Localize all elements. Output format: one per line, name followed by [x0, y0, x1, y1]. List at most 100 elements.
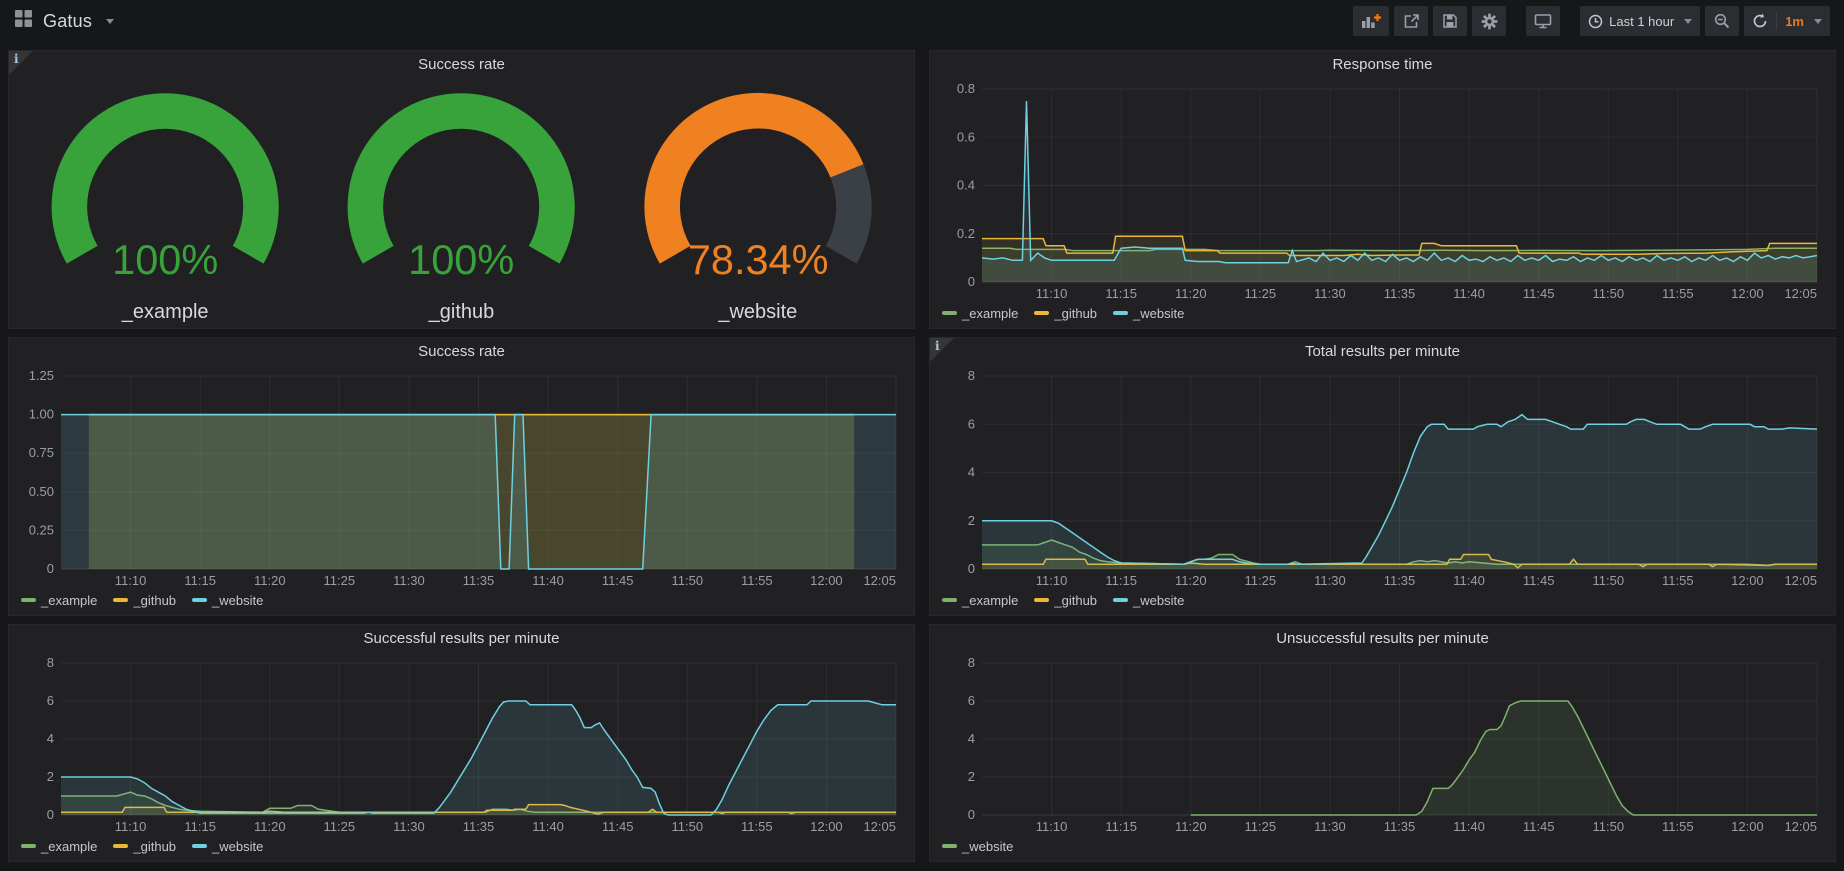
legend-item-_github[interactable]: _github	[113, 593, 176, 608]
y-tick-label: 1.25	[29, 368, 54, 383]
x-tick-label: 11:25	[1245, 819, 1277, 834]
panel-title[interactable]: Response time	[938, 51, 1827, 79]
x-tick-label: 11:15	[184, 573, 216, 588]
legend-item-_github[interactable]: _github	[1034, 593, 1097, 608]
x-tick-label: 11:40	[532, 819, 564, 834]
successful-results-chart[interactable]: 0246811:1011:1511:2011:2511:3011:3511:40…	[17, 653, 906, 835]
x-tick-label: 11:25	[1245, 573, 1277, 588]
x-tick-label: 11:20	[1175, 286, 1207, 301]
y-tick-label: 0	[968, 561, 975, 576]
x-tick-label: 11:10	[1036, 819, 1068, 834]
legend-item-_website[interactable]: _website	[1113, 306, 1184, 321]
save-icon	[1442, 13, 1458, 29]
legend: _example _github _website	[938, 589, 1827, 611]
y-tick-label: 0.50	[29, 484, 54, 499]
panel-title[interactable]: Successful results per minute	[17, 625, 906, 653]
dashboard-caret-down-icon[interactable]	[106, 19, 114, 24]
gauge-_example: 100% _example	[17, 79, 313, 324]
legend: _example _github _website	[17, 589, 906, 611]
legend-item-_github[interactable]: _github	[1034, 306, 1097, 321]
legend-item-_example[interactable]: _example	[21, 839, 97, 854]
x-tick-label: 11:20	[254, 573, 286, 588]
apps-grid-icon[interactable]	[14, 9, 33, 33]
gauge-arc-value	[662, 111, 847, 255]
x-tick-label: 11:25	[324, 573, 356, 588]
gauge-row: 100% _example 100% _github 78.34% _websi…	[17, 79, 906, 324]
x-tick-label: 12:05	[863, 819, 896, 834]
y-tick-label: 4	[47, 731, 54, 746]
x-tick-label: 11:20	[1175, 819, 1207, 834]
legend-swatch	[21, 598, 36, 602]
panel-info-corner[interactable]	[930, 338, 954, 362]
y-tick-label: 1.00	[29, 407, 54, 422]
zoom-out-button[interactable]	[1705, 6, 1739, 36]
legend-label: _github	[1054, 306, 1097, 321]
x-tick-label: 11:40	[532, 573, 564, 588]
legend-item-_example[interactable]: _example	[942, 306, 1018, 321]
info-icon[interactable]: i	[935, 339, 940, 353]
panel-title[interactable]: Success rate	[17, 51, 906, 79]
panel-title[interactable]: Total results per minute	[938, 338, 1827, 366]
y-tick-label: 0.2	[957, 226, 975, 241]
x-tick-label: 11:10	[1036, 286, 1068, 301]
success-rate-chart[interactable]: 00.250.500.751.001.2511:1011:1511:2011:2…	[17, 366, 906, 589]
x-tick-label: 11:20	[254, 819, 286, 834]
x-tick-label: 11:55	[1662, 573, 1694, 588]
x-tick-label: 11:30	[1314, 819, 1346, 834]
info-icon[interactable]: i	[14, 52, 19, 66]
x-tick-label: 11:35	[1384, 573, 1416, 588]
chart-plot[interactable]: 0246811:1011:1511:2011:2511:3011:3511:40…	[938, 366, 1827, 589]
legend-label: _github	[133, 839, 176, 854]
legend-item-_website[interactable]: _website	[942, 839, 1013, 854]
dashboard-title[interactable]: Gatus	[43, 11, 92, 32]
legend-item-_example[interactable]: _example	[21, 593, 97, 608]
x-tick-label: 11:45	[602, 819, 634, 834]
x-tick-label: 11:45	[602, 573, 634, 588]
x-tick-label: 11:30	[393, 819, 425, 834]
x-tick-label: 11:15	[1105, 819, 1137, 834]
gauge-value: 100%	[408, 236, 514, 283]
y-tick-label: 0	[968, 807, 975, 822]
y-tick-label: 0.6	[957, 129, 975, 144]
panel-title[interactable]: Success rate	[17, 338, 906, 366]
chart-plot[interactable]: 00.20.40.60.811:1011:1511:2011:2511:3011…	[938, 79, 1827, 302]
chart-plot[interactable]: 0246811:1011:1511:2011:2511:3011:3511:40…	[17, 653, 906, 835]
legend-swatch	[192, 844, 207, 848]
refresh-picker[interactable]: 1m	[1744, 6, 1830, 36]
legend-item-_website[interactable]: _website	[192, 593, 263, 608]
x-tick-label: 11:55	[741, 819, 773, 834]
time-range-label: Last 1 hour	[1609, 14, 1674, 29]
response-time-chart[interactable]: 00.20.40.60.811:1011:1511:2011:2511:3011…	[938, 79, 1827, 302]
legend-item-_github[interactable]: _github	[113, 839, 176, 854]
panel-unsuccessful-results: Unsuccessful results per minute 0246811:…	[929, 624, 1836, 862]
legend-item-_website[interactable]: _website	[192, 839, 263, 854]
save-button[interactable]	[1433, 6, 1467, 36]
y-tick-label: 0	[968, 274, 975, 289]
legend-label: _example	[962, 593, 1018, 608]
legend-item-_website[interactable]: _website	[1113, 593, 1184, 608]
legend-item-_example[interactable]: _example	[942, 593, 1018, 608]
x-tick-label: 11:40	[1453, 819, 1485, 834]
chart-plot[interactable]: 00.250.500.751.001.2511:1011:1511:2011:2…	[17, 366, 906, 589]
x-tick-label: 11:30	[1314, 573, 1346, 588]
settings-button[interactable]	[1472, 6, 1506, 36]
gauge-arc-value	[366, 111, 558, 255]
dashboard-grid: i Success rate 100% _example 100% _githu…	[8, 50, 1836, 862]
add-panel-button[interactable]	[1353, 6, 1389, 36]
share-button[interactable]	[1394, 6, 1428, 36]
x-tick-label: 11:15	[1105, 286, 1137, 301]
time-range-button[interactable]: Last 1 hour	[1580, 6, 1700, 36]
panel-info-corner[interactable]	[9, 51, 33, 75]
y-tick-label: 0.4	[957, 178, 975, 193]
x-tick-label: 11:50	[1593, 573, 1625, 588]
x-tick-label: 11:35	[1384, 286, 1416, 301]
tv-cycle-button[interactable]	[1526, 6, 1560, 36]
total-results-chart[interactable]: 0246811:1011:1511:2011:2511:3011:3511:40…	[938, 366, 1827, 589]
unsuccessful-results-chart[interactable]: 0246811:1011:1511:2011:2511:3011:3511:40…	[938, 653, 1827, 835]
chart-plot[interactable]: 0246811:1011:1511:2011:2511:3011:3511:40…	[938, 653, 1827, 835]
x-tick-label: 11:30	[393, 573, 425, 588]
legend: _example _github _website	[17, 835, 906, 857]
legend-label: _example	[962, 306, 1018, 321]
y-tick-label: 0.75	[29, 445, 54, 460]
panel-title[interactable]: Unsuccessful results per minute	[938, 625, 1827, 653]
